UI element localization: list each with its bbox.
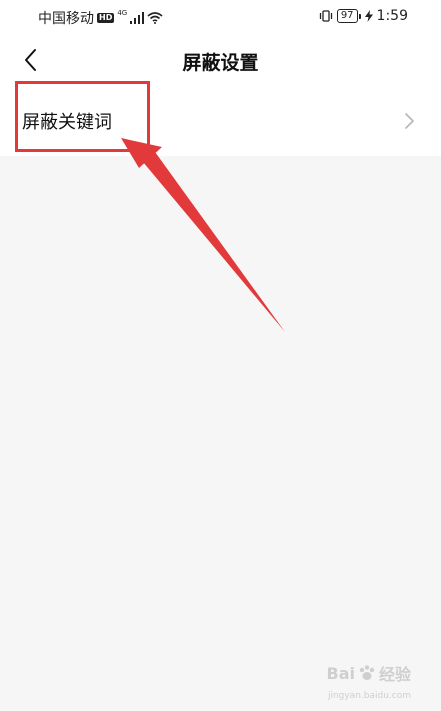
charging-bolt-icon xyxy=(364,10,373,22)
page-title: 屏蔽设置 xyxy=(182,52,259,74)
status-right-group: 97 1:59 xyxy=(319,8,408,24)
status-bar: 中国移动 HD 4G 97 1:59 xyxy=(0,0,441,34)
hd-badge: HD xyxy=(97,13,115,23)
vibrate-icon xyxy=(319,10,332,22)
blocked-keywords-label: 屏蔽关键词 xyxy=(22,112,112,133)
watermark-logo: Bai 经验 xyxy=(327,661,412,685)
signal-icon xyxy=(130,12,145,24)
nav-header: 屏蔽设置 xyxy=(0,34,441,86)
paw-icon xyxy=(359,665,375,680)
settings-list: 屏蔽关键词 xyxy=(0,86,441,156)
clock-time: 1:59 xyxy=(376,8,408,24)
watermark-brand: Bai xyxy=(326,663,355,683)
chevron-right-icon xyxy=(405,113,414,129)
carrier-group: 中国移动 HD 4G xyxy=(38,8,163,28)
blocked-keywords-item[interactable]: 屏蔽关键词 xyxy=(0,86,441,156)
wifi-icon xyxy=(147,12,163,24)
watermark-suffix: 经验 xyxy=(378,665,411,684)
battery-indicator: 97 xyxy=(336,9,361,23)
network-type: 4G xyxy=(117,9,128,17)
carrier-name: 中国移动 xyxy=(38,11,94,27)
watermark-site: jingyan.baidu.com xyxy=(327,691,411,701)
